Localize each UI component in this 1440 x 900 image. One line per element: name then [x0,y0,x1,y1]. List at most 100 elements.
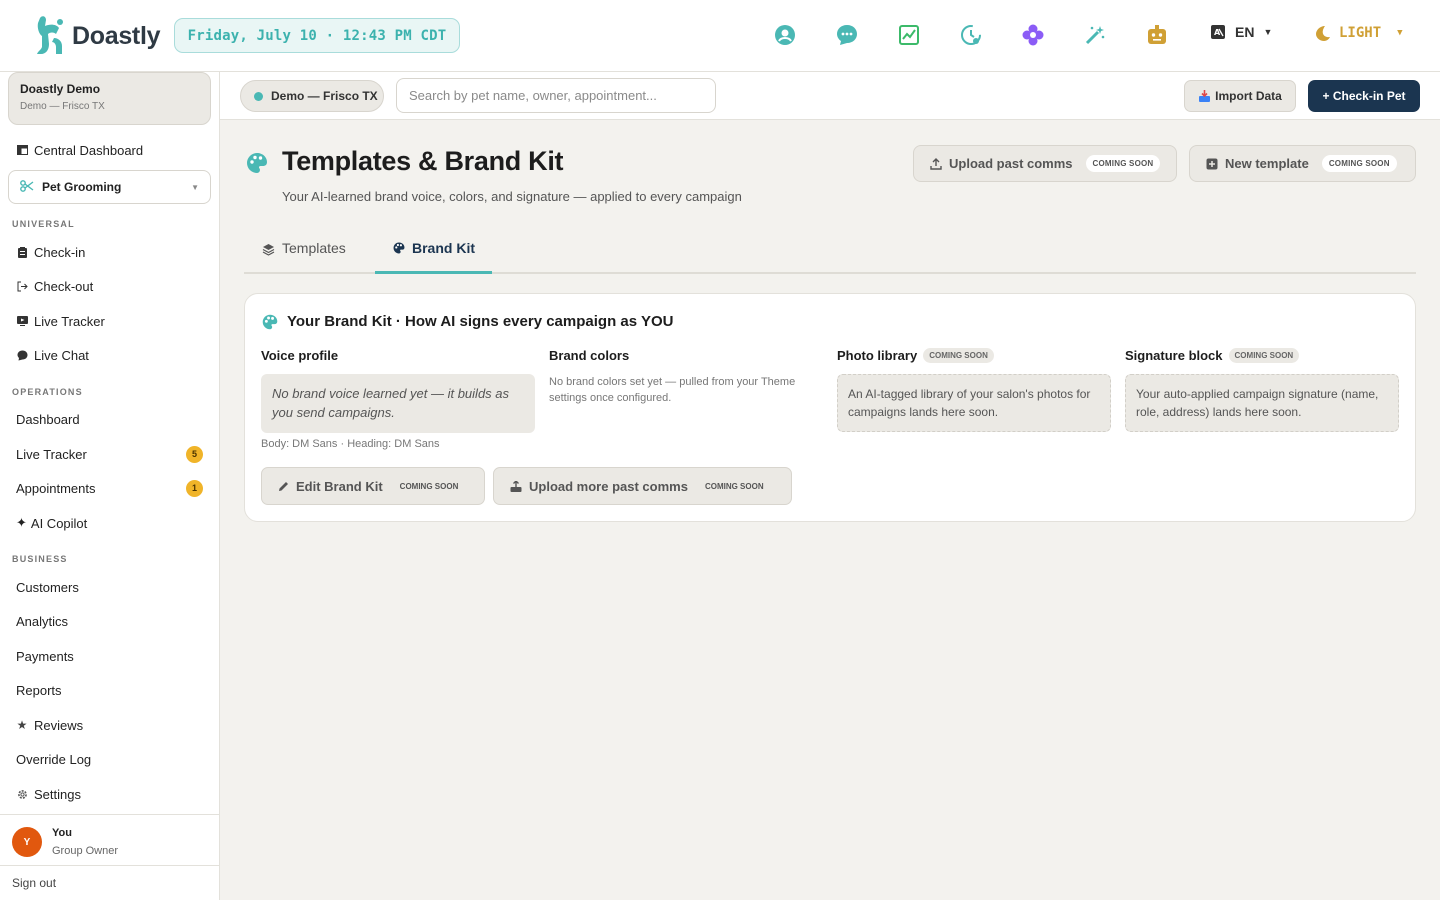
sidebar-item-live-tracker-ops[interactable]: Live Tracker 5 [16,443,203,465]
sidebar-item-label: Appointments [16,480,96,496]
sidebar-item-label: Check-in [34,244,86,260]
import-icon [1199,90,1211,102]
theme-toggle[interactable]: LIGHT ▼ [1313,24,1403,42]
import-data-button[interactable]: Import Data [1184,80,1296,112]
chat-icon [16,349,28,361]
layers-icon [262,244,275,256]
brand-kit-title: Your Brand Kit · How AI signs every camp… [287,313,674,330]
avatar: Y [12,827,42,857]
user-name: You [52,827,72,839]
translate-icon: A [1211,25,1225,39]
section-operations: OPERATIONS [12,387,83,397]
sidebar-item-label: Payments [16,648,74,664]
coming-soon-badge: COMING SOON [1321,155,1397,172]
import-data-label: Import Data [1215,89,1282,103]
sparkle-icon: ✦ [16,515,27,530]
flower-icon[interactable] [1020,22,1046,48]
chevron-down-icon: ▼ [1397,28,1403,38]
sidebar-item-ai-copilot[interactable]: ✦ AI Copilot [16,512,203,534]
upload-past-comms-button[interactable]: Upload past comms COMING SOON [913,145,1177,182]
upload-icon [930,157,942,170]
location-selector[interactable]: Demo — Frisco TX [240,80,384,112]
sidebar-item-analytics[interactable]: Analytics [16,610,206,632]
tab-brand-kit[interactable]: Brand Kit [375,232,492,274]
coming-soon-badge: COMING SOON [923,348,994,363]
dog-logo-icon [37,16,63,54]
chat-bubble-icon[interactable] [834,22,860,48]
language-selector[interactable]: A EN ▼ [1210,24,1272,40]
module-select-label: Pet Grooming [42,180,122,194]
voice-profile-box: No brand voice learned yet — it builds a… [261,374,535,433]
org-name: Doastly Demo [20,82,101,96]
signature-block-label: Signature block [1125,348,1223,363]
chevron-down-icon: ▼ [191,182,199,192]
upload-more-past-comms-button[interactable]: Upload more past comms COMING SOON [493,467,792,505]
sidebar-item-appointments[interactable]: Appointments 1 [16,477,203,499]
page-title: Templates & Brand Kit [282,146,564,176]
exit-icon [16,280,28,292]
edit-brand-kit-label: Edit Brand Kit [296,478,383,494]
theme-label: LIGHT [1339,25,1382,41]
clock-icon[interactable] [958,22,984,48]
photo-library-label: Photo library [837,348,918,363]
org-card[interactable]: Doastly Demo Demo — Frisco TX [8,72,211,125]
sidebar-item-payments[interactable]: Payments [16,645,206,667]
sidebar-item-label: Dashboard [16,411,80,427]
user-profile[interactable]: Y You Group Owner [0,814,219,866]
sidebar-item-live-chat[interactable]: Live Chat [16,344,206,366]
photo-library-box: An AI-tagged library of your salon's pho… [837,374,1111,432]
new-template-label: New template [1225,156,1309,171]
sidebar-item-label: Customers [16,579,79,595]
moon-icon [1316,26,1330,41]
chart-icon[interactable] [896,22,922,48]
sidebar-item-label: Reviews [34,717,84,733]
sidebar-item-label: Settings [34,786,81,802]
sidebar-item-central-dashboard[interactable]: Central Dashboard [16,139,206,161]
status-dot-icon [254,91,263,101]
sidebar-item-reports[interactable]: Reports [16,679,206,701]
photo-library-header: Photo library COMING SOON [837,348,994,363]
sidebar-item-dashboard[interactable]: Dashboard [16,408,203,430]
sidebar-item-label: Live Chat [34,347,89,363]
sidebar-item-settings[interactable]: Settings [16,783,206,805]
edit-brand-kit-button[interactable]: Edit Brand Kit COMING SOON [261,467,485,505]
search-input[interactable] [396,78,716,113]
gear-icon [16,788,28,800]
tab-templates[interactable]: Templates [262,232,346,274]
sidebar-item-label: Central Dashboard [34,142,144,158]
sidebar-item-check-in[interactable]: Check-in [16,241,206,263]
star-icon: ★ [16,718,28,732]
monitor-icon [16,315,28,327]
location-label: Demo — Frisco TX [271,89,378,103]
sidebar-item-label: Live Tracker [16,446,87,462]
coming-soon-badge: COMING SOON [1085,155,1161,172]
robot-icon[interactable] [1144,22,1170,48]
sidebar-item-customers[interactable]: Customers [16,576,206,598]
sidebar-item-override-log[interactable]: Override Log [16,748,206,770]
logo[interactable]: Doastly [32,14,161,58]
sidebar-item-label: Override Log [16,751,92,767]
top-bar: Doastly Friday, July 10 · 12:43 PM CDT A… [0,0,1440,72]
palette-icon [262,314,278,335]
sidebar-item-label: AI Copilot [30,515,88,531]
sidebar-item-reviews[interactable]: ★ Reviews [16,714,206,736]
sidebar-item-live-tracker[interactable]: Live Tracker [16,310,206,332]
org-location: Demo — Frisco TX [20,101,105,112]
brand-colors-label: Brand colors [549,348,630,363]
sidebar-item-check-out[interactable]: Check-out [16,275,206,297]
check-in-pet-button[interactable]: + Check-in Pet [1308,80,1420,112]
upload-past-comms-label: Upload past comms [949,156,1073,171]
sidebar-item-label: Analytics [16,613,69,629]
sidebar-item-label: Live Tracker [34,313,105,329]
support-icon[interactable] [772,22,798,48]
count-badge: 5 [186,445,203,463]
count-badge: 1 [186,479,203,497]
dashboard-icon [16,144,28,156]
coming-soon-badge: COMING SOON [399,481,459,491]
magic-wand-icon[interactable] [1082,22,1108,48]
user-role: Group Owner [52,845,119,857]
new-template-button[interactable]: New template COMING SOON [1189,145,1416,182]
sign-out-link[interactable]: Sign out [12,876,56,890]
module-select[interactable]: Pet Grooming ▼ [8,170,211,204]
location-bar: Demo — Frisco TX Import Data + Check-in … [220,72,1440,120]
